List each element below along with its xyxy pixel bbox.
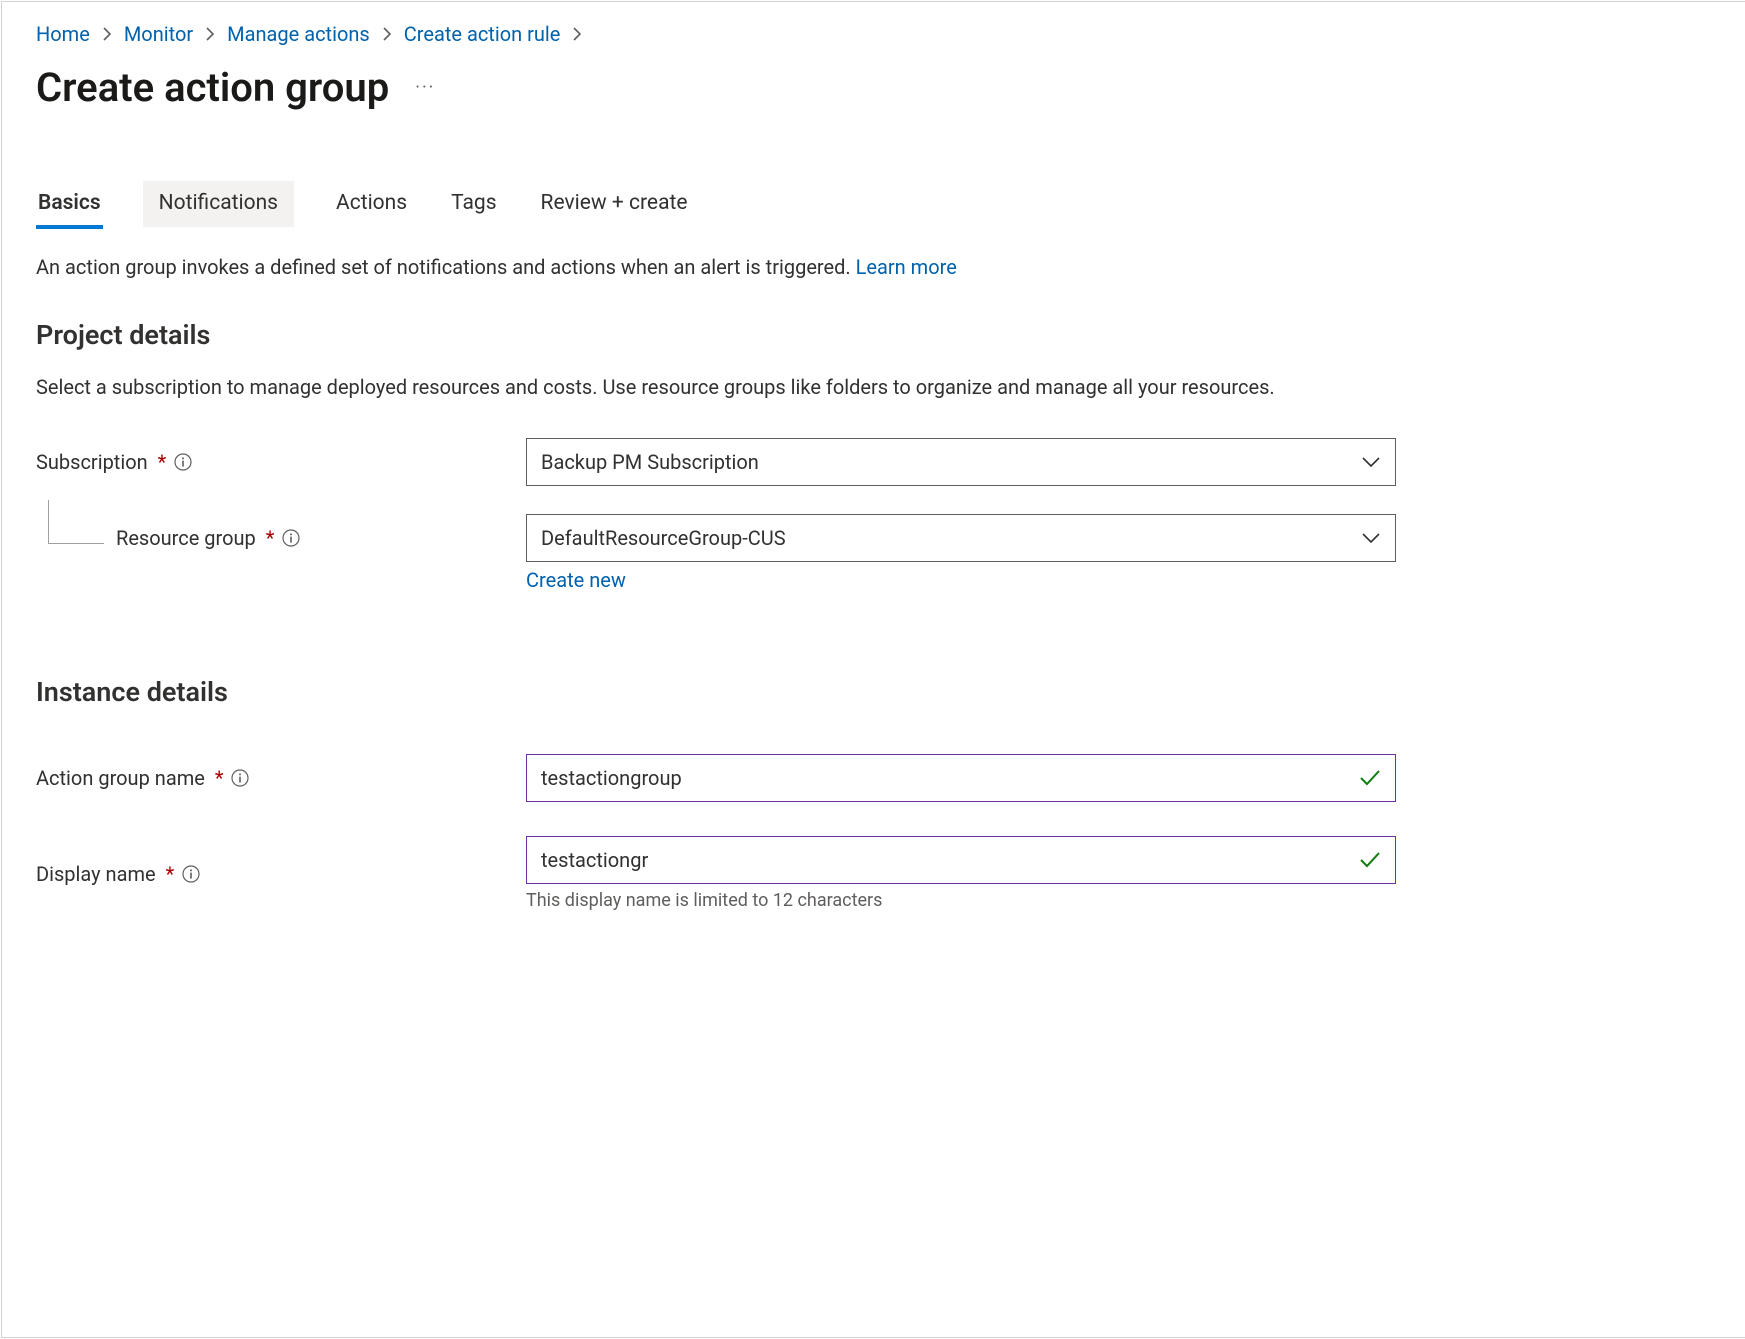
action-group-name-label: Action group name * xyxy=(36,766,526,790)
display-name-label-text: Display name xyxy=(36,862,156,886)
tab-notifications[interactable]: Notifications xyxy=(143,181,294,227)
subscription-label: Subscription * xyxy=(36,450,526,474)
chevron-right-icon xyxy=(382,27,392,41)
learn-more-link[interactable]: Learn more xyxy=(856,255,957,279)
hierarchy-elbow-icon xyxy=(48,500,104,544)
check-icon xyxy=(1359,851,1381,869)
resource-group-label: Resource group * xyxy=(36,526,526,550)
tab-review-create[interactable]: Review + create xyxy=(539,181,690,227)
required-asterisk: * xyxy=(166,862,175,886)
intro-text: An action group invokes a defined set of… xyxy=(36,255,1436,279)
breadcrumb: Home Monitor Manage actions Create actio… xyxy=(36,22,1711,46)
breadcrumb-create-action-rule[interactable]: Create action rule xyxy=(404,22,561,46)
instance-details-heading: Instance details xyxy=(36,676,1436,708)
display-name-helper: This display name is limited to 12 chara… xyxy=(526,890,1396,911)
chevron-right-icon xyxy=(205,27,215,41)
info-icon[interactable] xyxy=(182,865,200,883)
info-icon[interactable] xyxy=(174,453,192,471)
display-name-input-wrapper xyxy=(526,836,1396,884)
resource-group-label-text: Resource group xyxy=(116,526,256,550)
check-icon xyxy=(1359,769,1381,787)
subscription-value: Backup PM Subscription xyxy=(541,450,759,474)
tabs: Basics Notifications Actions Tags Review… xyxy=(36,181,1711,227)
project-details-heading: Project details xyxy=(36,319,1436,351)
page-title: Create action group xyxy=(36,64,389,111)
required-asterisk: * xyxy=(266,526,275,550)
info-icon[interactable] xyxy=(282,529,300,547)
chevron-right-icon xyxy=(572,27,582,41)
display-name-label: Display name * xyxy=(36,862,526,886)
tab-tags[interactable]: Tags xyxy=(449,181,498,227)
tab-actions[interactable]: Actions xyxy=(334,181,409,227)
chevron-down-icon xyxy=(1361,455,1381,469)
more-icon[interactable]: ··· xyxy=(415,77,435,98)
info-icon[interactable] xyxy=(231,769,249,787)
resource-group-select[interactable]: DefaultResourceGroup-CUS xyxy=(526,514,1396,562)
create-new-resource-group-link[interactable]: Create new xyxy=(526,568,626,592)
chevron-down-icon xyxy=(1361,531,1381,545)
resource-group-value: DefaultResourceGroup-CUS xyxy=(541,526,786,550)
required-asterisk: * xyxy=(215,766,224,790)
breadcrumb-manage-actions[interactable]: Manage actions xyxy=(227,22,370,46)
tab-basics[interactable]: Basics xyxy=(36,181,103,227)
breadcrumb-monitor[interactable]: Monitor xyxy=(124,22,193,46)
chevron-right-icon xyxy=(102,27,112,41)
project-details-desc: Select a subscription to manage deployed… xyxy=(36,373,1396,402)
display-name-input[interactable] xyxy=(541,848,1359,872)
required-asterisk: * xyxy=(158,450,167,474)
action-group-name-label-text: Action group name xyxy=(36,766,205,790)
action-group-name-input[interactable] xyxy=(541,766,1359,790)
subscription-label-text: Subscription xyxy=(36,450,148,474)
subscription-select[interactable]: Backup PM Subscription xyxy=(526,438,1396,486)
breadcrumb-home[interactable]: Home xyxy=(36,22,90,46)
action-group-name-input-wrapper xyxy=(526,754,1396,802)
intro-text-body: An action group invokes a defined set of… xyxy=(36,255,856,279)
